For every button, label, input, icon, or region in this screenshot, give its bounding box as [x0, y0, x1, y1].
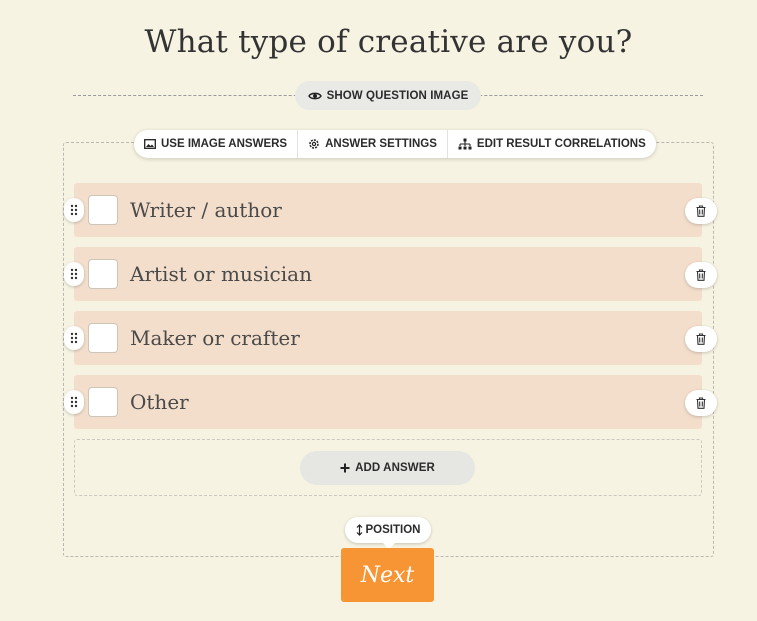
trash-icon	[696, 205, 706, 217]
answer-checkbox[interactable]	[88, 387, 118, 417]
use-image-answers-label: USE IMAGE ANSWERS	[161, 138, 288, 150]
position-label: POSITION	[365, 524, 421, 536]
sitemap-icon	[458, 138, 472, 150]
delete-answer-button[interactable]	[685, 198, 717, 224]
answer-label[interactable]: Writer / author	[130, 198, 282, 222]
answer-checkbox[interactable]	[88, 259, 118, 289]
show-question-image-label: SHOW QUESTION IMAGE	[326, 89, 469, 102]
trash-icon	[696, 397, 706, 409]
drag-handle-icon[interactable]	[64, 262, 84, 286]
answer-checkbox[interactable]	[88, 195, 118, 225]
trash-icon	[696, 333, 706, 345]
use-image-answers-button[interactable]: USE IMAGE ANSWERS	[134, 130, 299, 158]
drag-handle-icon[interactable]	[64, 326, 84, 350]
edit-result-correlations-button[interactable]: EDIT RESULT CORRELATIONS	[448, 130, 656, 158]
drag-handle-icon[interactable]	[64, 198, 84, 222]
delete-answer-button[interactable]	[685, 326, 717, 352]
delete-answer-button[interactable]	[685, 390, 717, 416]
image-icon	[144, 139, 156, 149]
question-title[interactable]: What type of creative are you?	[0, 24, 757, 60]
drag-handle-icon[interactable]	[64, 390, 84, 414]
delete-answer-button[interactable]	[685, 262, 717, 288]
answer-toolbar: USE IMAGE ANSWERS ANSWER SETTINGS EDIT R…	[134, 130, 656, 158]
eye-icon	[307, 91, 322, 101]
answer-settings-button[interactable]: ANSWER SETTINGS	[298, 130, 448, 158]
vertical-arrows-icon	[356, 524, 363, 536]
plus-icon	[340, 463, 350, 473]
answer-label[interactable]: Other	[130, 390, 189, 414]
position-button[interactable]: POSITION	[345, 517, 431, 549]
answer-label[interactable]: Artist or musician	[130, 262, 312, 286]
show-question-image-button[interactable]: SHOW QUESTION IMAGE	[295, 81, 481, 110]
answer-settings-label: ANSWER SETTINGS	[325, 138, 437, 150]
add-answer-button[interactable]: ADD ANSWER	[300, 451, 475, 485]
edit-result-correlations-label: EDIT RESULT CORRELATIONS	[476, 138, 646, 150]
trash-icon	[696, 269, 706, 281]
add-answer-label: ADD ANSWER	[355, 462, 435, 474]
answer-checkbox[interactable]	[88, 323, 118, 353]
answer-label[interactable]: Maker or crafter	[130, 326, 300, 350]
gear-icon	[308, 138, 320, 150]
next-button[interactable]: Next	[341, 548, 434, 602]
